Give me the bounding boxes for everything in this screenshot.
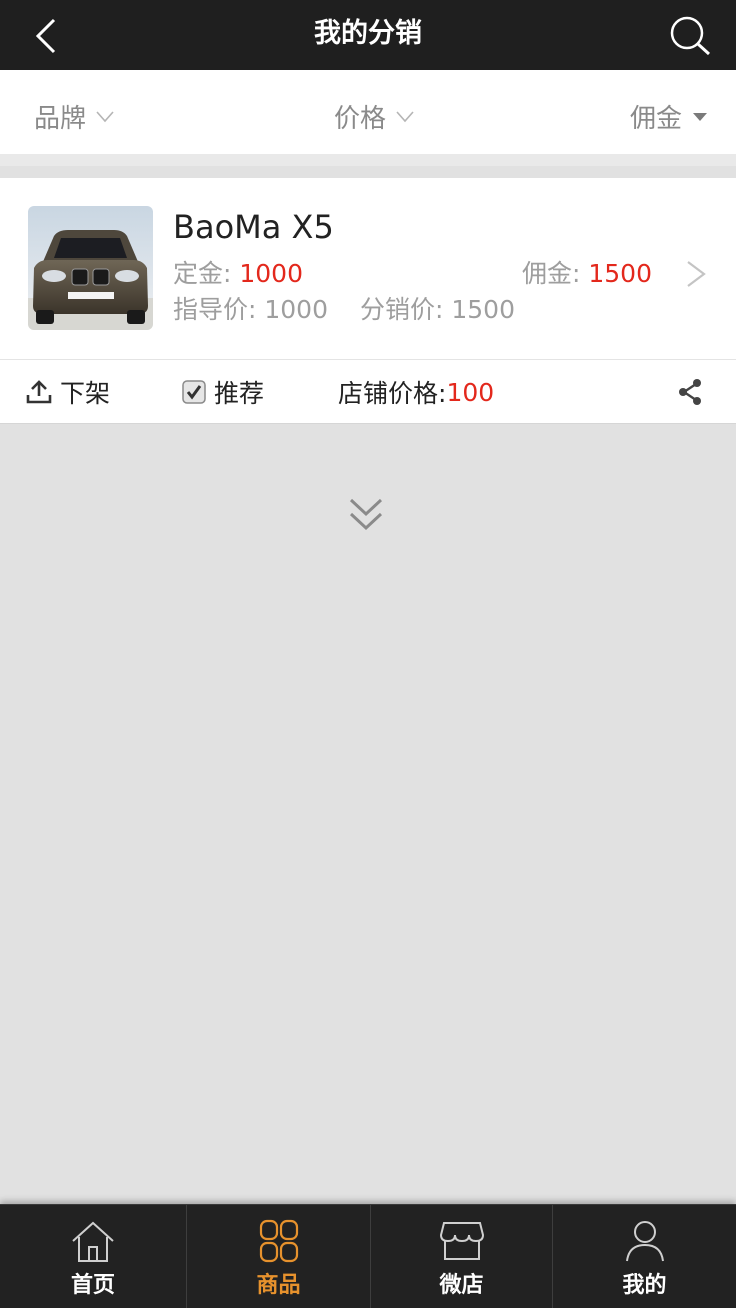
tab-products[interactable]: 商品	[187, 1205, 371, 1308]
deposit-value: 1000	[239, 259, 303, 288]
deposit-label: 定金:	[173, 259, 240, 288]
distribution-price-text: 分销价: 1500	[360, 295, 515, 324]
filter-price-label: 价格	[334, 104, 387, 134]
filter-commission-label: 佣金	[630, 104, 683, 134]
double-chevron-down-icon[interactable]	[346, 494, 386, 534]
guide-price-text: 指导价: 1000	[173, 295, 328, 324]
page-title: 我的分销	[314, 18, 422, 49]
tab-mine[interactable]: 我的	[553, 1205, 736, 1308]
filter-commission[interactable]: 佣金	[630, 98, 708, 135]
upload-icon	[26, 380, 52, 404]
chevron-down-outline-icon	[396, 110, 414, 122]
product-thumbnail	[28, 206, 153, 330]
header-bar: 我的分销	[0, 0, 736, 70]
chevron-down-outline-icon	[96, 110, 114, 122]
commission-value: 1500	[588, 259, 652, 288]
tab-mine-label: 我的	[622, 1273, 667, 1298]
product-actions: 下架 推荐 店铺价格: 100	[0, 360, 736, 424]
recommend-label: 推荐	[214, 379, 265, 408]
filter-bar: 品牌 价格 佣金	[0, 70, 736, 166]
tab-store-label: 微店	[439, 1273, 484, 1298]
filter-price[interactable]: 价格	[334, 98, 414, 135]
store-icon	[439, 1222, 484, 1260]
home-icon	[72, 1221, 114, 1262]
tab-store[interactable]: 微店	[371, 1205, 553, 1308]
filter-brand[interactable]: 品牌	[34, 98, 114, 135]
grid-icon	[259, 1219, 298, 1263]
filter-brand-label: 品牌	[34, 104, 87, 134]
triangle-down-icon	[693, 112, 708, 121]
tab-home[interactable]: 首页	[0, 1205, 187, 1308]
delist-button[interactable]: 下架	[26, 360, 110, 424]
chevron-right-icon	[687, 261, 706, 287]
tab-home-label: 首页	[70, 1273, 115, 1298]
store-price-value: 100	[446, 377, 495, 407]
deposit-text: 定金: 1000	[173, 254, 303, 290]
share-icon[interactable]	[676, 378, 704, 406]
checkbox-checked-icon[interactable]	[182, 380, 206, 404]
commission-label: 佣金:	[522, 259, 589, 288]
commission-text: 佣金: 1500	[522, 254, 652, 290]
store-price-label: 店铺价格:	[338, 379, 447, 408]
tab-products-label: 商品	[256, 1273, 301, 1298]
product-item[interactable]: BaoMa X5 定金: 1000 佣金: 1500 指导价: 1000 分销价…	[0, 178, 736, 360]
store-price-field[interactable]: 店铺价格: 100	[338, 360, 494, 424]
product-name: BaoMa X5	[173, 208, 334, 246]
bottom-tab-bar: 首页 商品 微店 我的	[0, 1204, 736, 1308]
user-icon	[625, 1221, 664, 1262]
delist-label: 下架	[60, 379, 111, 408]
search-icon[interactable]	[668, 14, 712, 56]
recommend-toggle[interactable]: 推荐	[182, 360, 264, 424]
